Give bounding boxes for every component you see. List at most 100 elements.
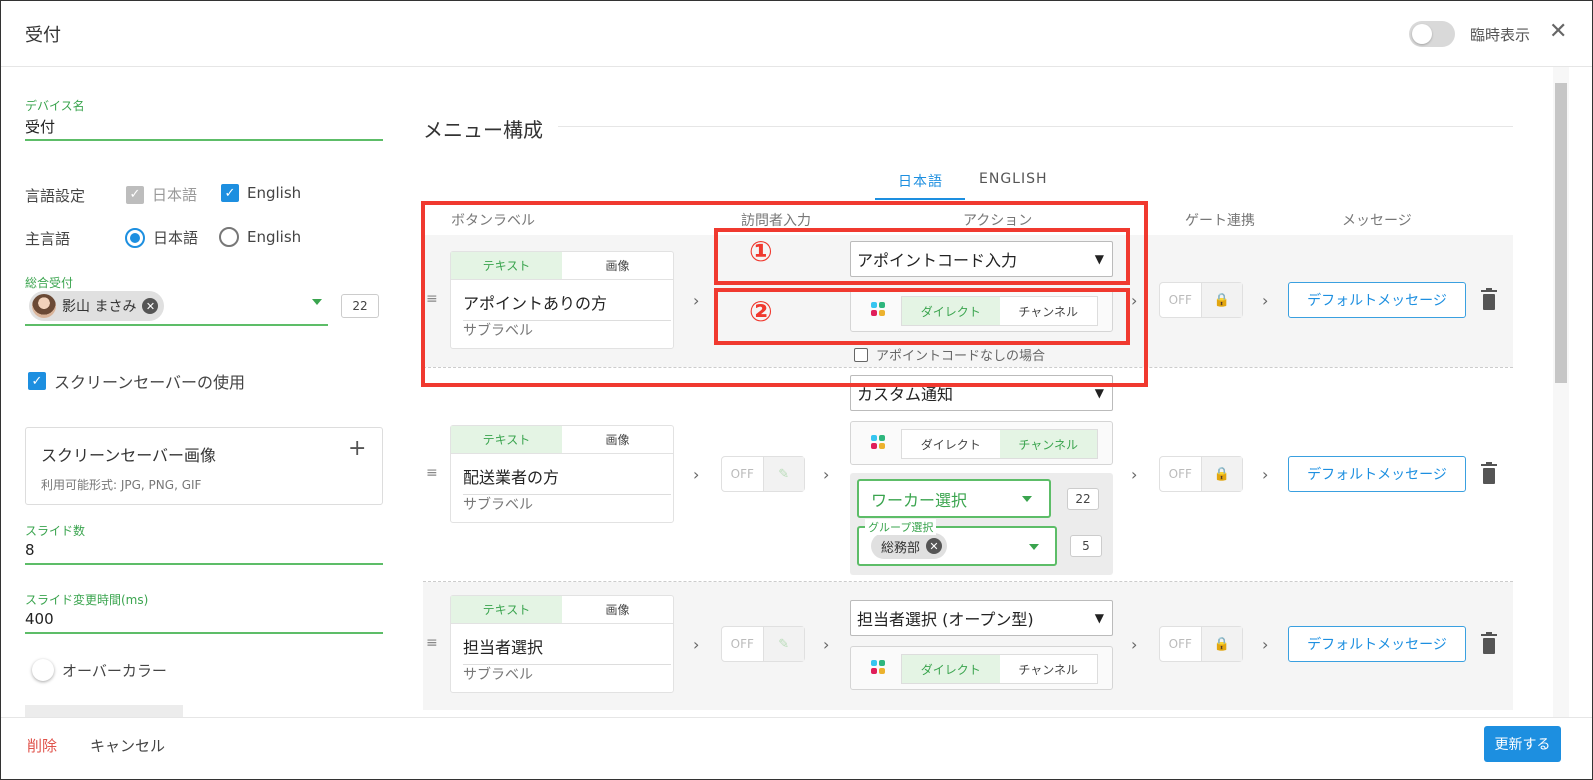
default-message-button[interactable]: デフォルトメッセージ <box>1288 626 1466 662</box>
delete-button[interactable]: 削除 <box>27 735 57 756</box>
temporary-display-label: 臨時表示 <box>1470 26 1531 44</box>
add-icon[interactable]: + <box>348 436 366 461</box>
slide-time-label: スライド変更時間(ms) <box>25 593 149 607</box>
sub-label-input[interactable]: サブラベル <box>463 664 533 684</box>
direct-button[interactable]: ダイレクト <box>902 655 1000 683</box>
worker-count: 22 <box>1067 488 1099 510</box>
direct-button[interactable]: ダイレクト <box>902 430 1000 458</box>
chevron-down-icon <box>1022 496 1032 502</box>
toggle-knob <box>1412 24 1432 44</box>
device-name-field[interactable]: 受付 <box>25 116 55 137</box>
image-mode-button[interactable]: 画像 <box>562 426 673 453</box>
dialog-title: 受付 <box>25 25 61 46</box>
action-select[interactable]: 担当者選択 (オープン型) ▼ <box>850 600 1113 636</box>
chevron-right-icon: › <box>1262 465 1269 484</box>
tab-english[interactable]: ENGLISH <box>979 171 1048 187</box>
trash-icon[interactable] <box>1481 632 1497 654</box>
visitor-input-off-toggle[interactable]: OFF ✎ <box>721 626 805 662</box>
default-message-button[interactable]: デフォルトメッセージ <box>1288 456 1466 492</box>
slide-time-underline <box>25 632 383 634</box>
chevron-down-icon: ▼ <box>1094 386 1104 400</box>
chevron-right-icon: › <box>1131 465 1138 484</box>
main-language-label: 主言語 <box>25 230 71 248</box>
general-reception-chip[interactable]: 影山 まさみ ✕ <box>29 291 165 321</box>
close-icon[interactable]: ✕ <box>1549 19 1567 44</box>
annotation-box-1 <box>714 228 1130 285</box>
sub-label-input[interactable]: サブラベル <box>463 494 533 514</box>
group-count: 5 <box>1070 535 1102 557</box>
pencil-icon: ✎ <box>763 457 804 491</box>
scrollbar[interactable] <box>1553 67 1569 717</box>
main-language-english-radio[interactable]: English <box>219 227 301 247</box>
dialog-footer: 削除 キャンセル 更新する <box>1 717 1592 779</box>
slack-notify-box: ダイレクト チャンネル <box>850 646 1113 690</box>
dialog-header: 受付 臨時表示 ✕ <box>1 1 1592 67</box>
chevron-right-icon: › <box>693 635 700 654</box>
slack-icon <box>871 435 887 451</box>
radio-icon <box>125 227 145 248</box>
scrollbar-thumb[interactable] <box>1555 83 1567 383</box>
tab-indicator <box>875 198 965 200</box>
radio-icon <box>219 227 239 247</box>
chip-remove-icon[interactable]: ✕ <box>926 538 943 554</box>
direct-channel-toggle: ダイレクト チャンネル <box>901 654 1098 684</box>
chevron-down-icon <box>1029 544 1039 550</box>
toggle-knob <box>32 659 54 681</box>
annotation-number-2: ② <box>749 295 773 328</box>
label-type-toggle: テキスト 画像 <box>451 426 673 454</box>
group-chip[interactable]: 総務部 ✕ <box>871 533 948 559</box>
chip-remove-icon[interactable]: ✕ <box>142 298 159 314</box>
button-label-input[interactable]: 配送業者の方 <box>463 464 671 495</box>
text-mode-button[interactable]: テキスト <box>451 596 562 623</box>
chevron-right-icon: › <box>1262 291 1269 310</box>
gate-off-toggle[interactable]: OFF 🔒 <box>1159 456 1243 492</box>
checkbox-check-icon: ✓ <box>221 184 239 202</box>
text-mode-button[interactable]: テキスト <box>451 426 562 453</box>
lock-icon: 🔒 <box>1201 457 1242 491</box>
general-reception-count: 22 <box>341 294 379 318</box>
slack-notify-box: ダイレクト チャンネル <box>850 421 1113 465</box>
tab-japanese[interactable]: 日本語 <box>898 171 943 191</box>
trash-icon[interactable] <box>1481 288 1497 310</box>
default-message-button[interactable]: デフォルトメッセージ <box>1288 282 1466 318</box>
temporary-display-toggle[interactable] <box>1409 21 1455 47</box>
chevron-right-icon: › <box>823 635 830 654</box>
cancel-button[interactable]: キャンセル <box>90 735 165 756</box>
group-select-legend: グループ選択 <box>865 519 937 535</box>
chevron-down-icon: ▼ <box>1094 611 1104 625</box>
gate-off-toggle[interactable]: OFF 🔒 <box>1159 626 1243 662</box>
color-swatch[interactable] <box>25 705 183 717</box>
main-language-japanese-radio[interactable]: 日本語 <box>125 227 198 248</box>
button-label-input[interactable]: 担当者選択 <box>463 634 671 665</box>
gate-off-toggle[interactable]: OFF 🔒 <box>1159 282 1243 318</box>
update-button[interactable]: 更新する <box>1484 726 1561 762</box>
screensaver-image-title: スクリーンセーバー画像 <box>41 446 217 465</box>
column-header-gate: ゲート連携 <box>1185 213 1255 229</box>
slide-count-field[interactable]: 8 <box>25 541 35 559</box>
channel-button[interactable]: チャンネル <box>1000 655 1098 683</box>
slide-count-underline <box>25 563 383 565</box>
visitor-input-off-toggle[interactable]: OFF ✎ <box>721 456 805 492</box>
trash-icon[interactable] <box>1481 462 1497 484</box>
channel-button[interactable]: チャンネル <box>999 430 1097 458</box>
lock-icon: 🔒 <box>1201 627 1242 661</box>
general-reception-underline <box>25 324 328 326</box>
chevron-down-icon[interactable] <box>312 299 322 305</box>
menu-section-title: メニュー構成 <box>423 118 543 142</box>
slack-icon <box>871 660 887 676</box>
language-japanese-checkbox[interactable]: ✓ 日本語 <box>126 184 197 205</box>
annotation-number-1: ① <box>749 235 773 268</box>
language-setting-label: 言語設定 <box>25 187 86 205</box>
annotation-box-2 <box>714 288 1130 345</box>
image-mode-button[interactable]: 画像 <box>562 596 673 623</box>
dialog: 受付 臨時表示 ✕ デバイス名 受付 言語設定 ✓ 日本語 ✓ English 主言… <box>0 0 1593 780</box>
language-english-checkbox[interactable]: ✓ English <box>221 184 301 202</box>
slide-time-field[interactable]: 400 <box>25 610 54 628</box>
screensaver-use-checkbox[interactable]: ✓ スクリーンセーバーの使用 <box>28 369 245 393</box>
slide-count-label: スライド数 <box>25 524 86 538</box>
over-color-toggle[interactable]: オーバーカラー <box>32 659 167 681</box>
column-header-message: メッセージ <box>1342 213 1412 229</box>
drag-handle-icon[interactable]: ≡ <box>426 465 438 481</box>
drag-handle-icon[interactable]: ≡ <box>426 635 438 651</box>
avatar <box>32 294 56 318</box>
